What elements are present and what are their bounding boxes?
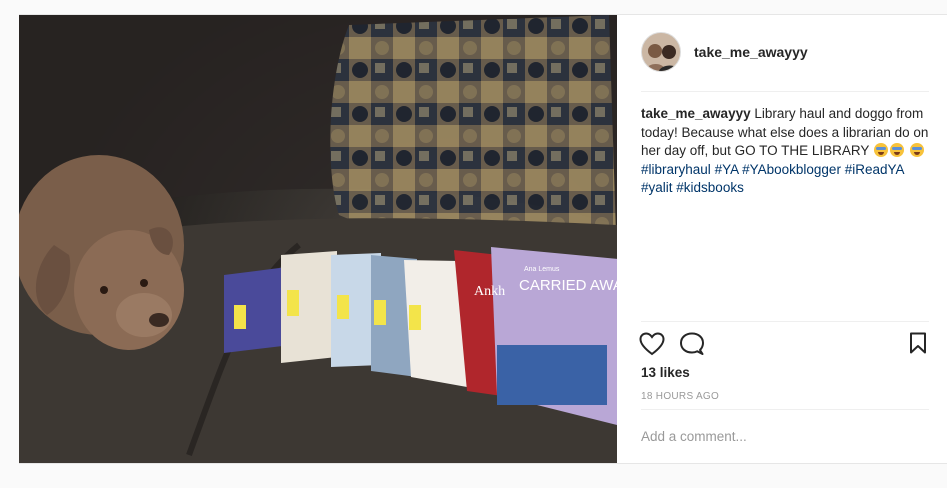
caption-username[interactable]: take_me_awayyy bbox=[641, 106, 751, 121]
hashtag-link[interactable]: #libraryhaul bbox=[641, 162, 711, 177]
post-username[interactable]: take_me_awayyy bbox=[694, 44, 808, 60]
header-divider bbox=[641, 91, 929, 92]
action-bar bbox=[639, 332, 929, 360]
star-struck-emoji-icon bbox=[909, 143, 924, 157]
book-title-text: CARRIED AWAY bbox=[519, 277, 617, 294]
like-count[interactable]: 13 likes bbox=[641, 365, 690, 380]
hashtag-link[interactable]: #YAbookblogger bbox=[742, 162, 841, 177]
hashtag-link[interactable]: #yalit bbox=[641, 180, 673, 195]
post-timestamp: 18 HOURS AGO bbox=[641, 391, 720, 402]
book-author-text: Ana Lemus bbox=[524, 266, 560, 273]
hashtag-link[interactable]: #iReadYA bbox=[845, 162, 904, 177]
photo-illustration: CARRIED AWAY Ana Lemus Ankh bbox=[19, 15, 617, 463]
star-struck-emoji-icon bbox=[873, 143, 888, 157]
hashtag-link[interactable]: #kidsbooks bbox=[676, 180, 744, 195]
actions-divider bbox=[641, 321, 929, 322]
avatar[interactable] bbox=[641, 32, 681, 72]
star-struck-emoji-icon bbox=[889, 143, 904, 157]
bookmark-icon[interactable] bbox=[909, 332, 927, 359]
post-caption: take_me_awayyy Library haul and doggo fr… bbox=[641, 105, 931, 198]
comment-input[interactable] bbox=[641, 429, 921, 444]
post-photo[interactable]: CARRIED AWAY Ana Lemus Ankh bbox=[19, 15, 617, 463]
heart-outline-icon[interactable] bbox=[639, 332, 665, 361]
post-card: CARRIED AWAY Ana Lemus Ankh take_me_away… bbox=[19, 14, 947, 464]
post-header: take_me_awayyy bbox=[641, 32, 808, 72]
post-sidebar: take_me_awayyy take_me_awayyy Library ha… bbox=[617, 15, 947, 463]
comment-divider bbox=[641, 409, 929, 410]
avatar-image-icon bbox=[642, 33, 680, 71]
hashtag-link[interactable]: #YA bbox=[715, 162, 739, 177]
book-ankh-text: Ankh bbox=[474, 284, 505, 299]
speech-bubble-icon[interactable] bbox=[679, 332, 705, 361]
